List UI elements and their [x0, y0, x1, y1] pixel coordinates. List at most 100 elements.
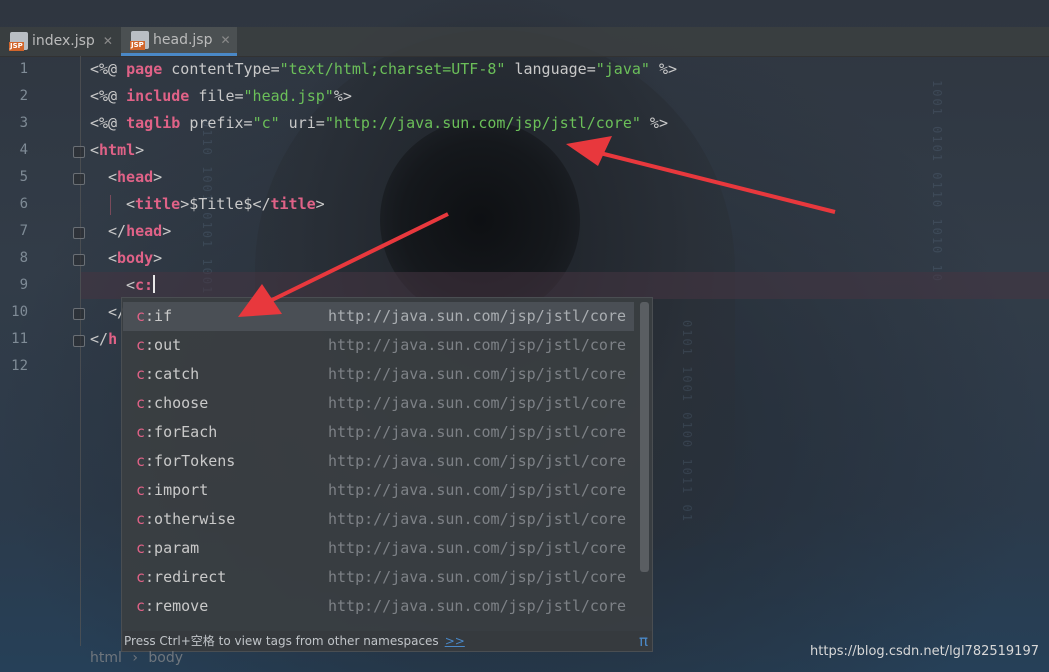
line-number: 11 [11, 331, 28, 347]
completion-item-name: c:choose [136, 389, 208, 418]
completion-match-prefix: c [136, 365, 146, 383]
code-token: > [153, 168, 163, 186]
breadcrumb-item-html[interactable]: html [90, 650, 122, 666]
fold-toggle-icon[interactable] [73, 335, 85, 347]
completion-item-rest: :param [145, 539, 200, 557]
completion-item[interactable]: c:choose http://java.sun.com/jsp/jstl/cor… [123, 389, 634, 418]
completion-item-uri: http://java.sun.com/jsp/jstl/core [328, 307, 627, 325]
completion-item[interactable]: c:remove http://java.sun.com/jsp/jstl/cor… [123, 592, 634, 621]
completion-item[interactable]: c:param http://java.sun.com/jsp/jstl/core [123, 534, 634, 563]
code-string: "head.jsp" [243, 87, 334, 105]
code-tag: head [117, 168, 154, 186]
code-token: <%@ [90, 114, 127, 132]
completion-match-prefix: c [136, 481, 146, 499]
code-keyword: page [126, 60, 163, 78]
completion-item-uri: http://java.sun.com/jsp/jstl/core [328, 452, 627, 470]
code-string: "text/html;charset=UTF-8" [279, 60, 506, 78]
completion-item[interactable]: c:import http://java.sun.com/jsp/jstl/cor… [123, 476, 634, 505]
code-text: $Title$ [189, 195, 253, 213]
code-string: "java" [595, 60, 650, 78]
completion-item-rest: :otherwise [145, 510, 236, 528]
line-number: 8 [19, 250, 28, 266]
completion-match-prefix: c [136, 452, 146, 470]
code-token: < [90, 141, 100, 159]
completion-item[interactable]: c:out http://java.sun.com/jsp/jstl/core [123, 331, 634, 360]
line-number: 4 [19, 142, 28, 158]
code-string: "c" [252, 114, 280, 132]
code-line-9: <c: [126, 272, 156, 299]
completion-item-uri: http://java.sun.com/jsp/jstl/core [328, 365, 627, 383]
code-keyword: include [126, 87, 190, 105]
code-tag: title [135, 195, 181, 213]
line-number: 10 [11, 304, 28, 320]
code-line-7: </head> [108, 218, 171, 245]
code-token: language= [505, 60, 596, 78]
watermark-text: https://blog.csdn.net/lgl782519197 [810, 644, 1039, 659]
completion-item-uri: http://java.sun.com/jsp/jstl/core [328, 481, 627, 499]
code-line-1: <%@ page contentType="text/html;charset=… [90, 56, 677, 83]
completion-item-name: c:redirect [136, 563, 226, 592]
code-token: <%@ [90, 87, 127, 105]
completion-item[interactable]: c:otherwise http://java.sun.com/jsp/jstl/… [123, 505, 634, 534]
code-line-2: <%@ include file="head.jsp"%> [90, 83, 352, 110]
completion-item-rest: :forTokens [145, 452, 236, 470]
more-namespaces-link[interactable]: >> [445, 634, 465, 648]
code-token: < [108, 168, 118, 186]
completion-item[interactable]: c:forEach http://java.sun.com/jsp/jstl/co… [123, 418, 634, 447]
completion-match-prefix: c [136, 394, 146, 412]
breadcrumb-item-body[interactable]: body [148, 650, 183, 666]
code-token: > [162, 222, 172, 240]
completion-item-uri: http://java.sun.com/jsp/jstl/core [328, 510, 627, 528]
code-token: < [108, 249, 118, 267]
line-number: 2 [19, 88, 28, 104]
code-tag: html [99, 141, 136, 159]
code-token: uri= [279, 114, 325, 132]
code-tag: title [270, 195, 316, 213]
current-line-highlight [81, 272, 1049, 299]
completion-item[interactable]: c:forTokens http://java.sun.com/jsp/jstl/… [123, 447, 634, 476]
completion-item-rest: :import [145, 481, 209, 499]
fold-toggle-icon[interactable] [73, 254, 85, 266]
completion-item-uri: http://java.sun.com/jsp/jstl/core [328, 568, 627, 586]
tab-head-jsp[interactable]: JSP head.jsp ✕ [121, 27, 237, 56]
line-number: 5 [19, 169, 28, 185]
code-token: %> [640, 114, 668, 132]
completion-item-uri: http://java.sun.com/jsp/jstl/core [328, 394, 627, 412]
close-icon[interactable]: ✕ [103, 34, 113, 48]
line-number: 1 [19, 61, 28, 77]
completion-item-name: c:catch [136, 360, 199, 389]
completion-item[interactable]: c:if http://java.sun.com/jsp/jstl/core [123, 302, 634, 331]
fold-toggle-icon[interactable] [73, 146, 85, 158]
line-number: 12 [11, 358, 28, 374]
chevron-right-icon: › [132, 650, 138, 666]
pi-icon[interactable]: π [639, 631, 648, 651]
code-token: > [180, 195, 190, 213]
tab-index-jsp[interactable]: JSP index.jsp ✕ [0, 27, 119, 55]
completion-item-rest: :catch [145, 365, 200, 383]
fold-toggle-icon[interactable] [73, 227, 85, 239]
fold-toggle-icon[interactable] [73, 308, 85, 320]
completion-item-rest: :redirect [145, 568, 227, 586]
completion-item[interactable]: c:catch http://java.sun.com/jsp/jstl/core [123, 360, 634, 389]
completion-item-name: c:forEach [136, 418, 217, 447]
completion-item-name: c:remove [136, 592, 208, 621]
jsp-file-icon: JSP [9, 32, 28, 51]
completion-scrollbar[interactable] [640, 302, 649, 572]
completion-match-prefix: c [136, 423, 146, 441]
code-token: < [126, 276, 136, 294]
completion-footer: Press Ctrl+空格 to view tags from other na… [123, 631, 652, 651]
completion-item-uri: http://java.sun.com/jsp/jstl/core [328, 539, 627, 557]
completion-item-uri: http://java.sun.com/jsp/jstl/core [328, 423, 627, 441]
code-token: </ [108, 222, 127, 240]
completion-item-rest: :out [145, 336, 182, 354]
completion-match-prefix: c [136, 307, 146, 325]
tab-label: head.jsp [153, 32, 213, 48]
completion-item[interactable]: c:redirect http://java.sun.com/jsp/jstl/c… [123, 563, 634, 592]
completion-item-uri: http://java.sun.com/jsp/jstl/core [328, 597, 627, 615]
code-token: contentType= [162, 60, 280, 78]
fold-toggle-icon[interactable] [73, 173, 85, 185]
completion-match-prefix: c [136, 336, 146, 354]
completion-item-rest: :choose [145, 394, 209, 412]
code-completion-popup: c:if http://java.sun.com/jsp/jstl/core c:… [121, 297, 653, 652]
close-icon[interactable]: ✕ [220, 33, 230, 47]
